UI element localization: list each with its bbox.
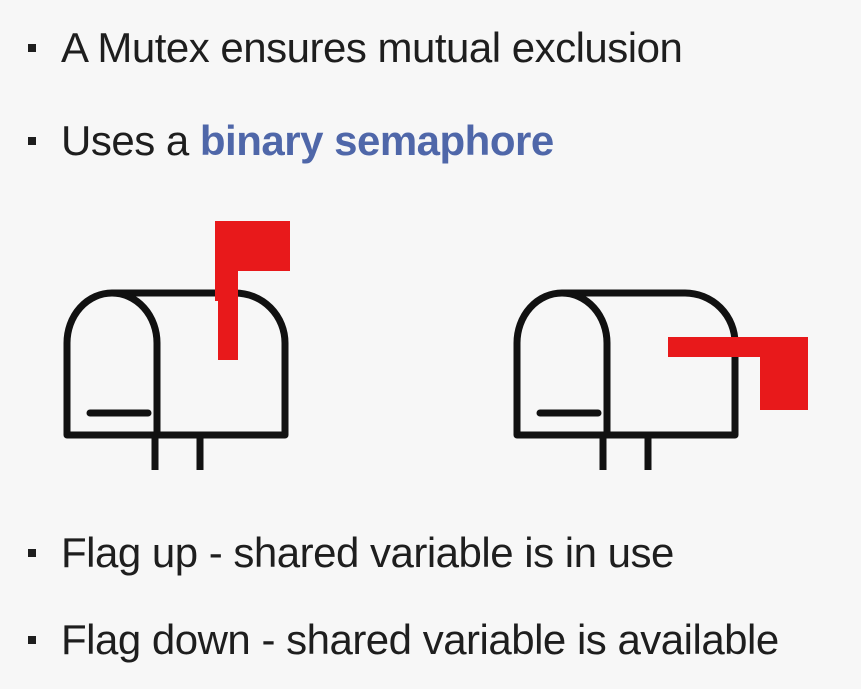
bullet-text: Uses a binary semaphore xyxy=(61,116,554,166)
bullet-marker xyxy=(28,137,36,145)
bullet-text-prefix: Uses a xyxy=(61,117,200,164)
bullet-marker xyxy=(28,636,36,644)
flag xyxy=(760,337,808,410)
bullet-item: Flag up - shared variable is in use xyxy=(28,528,674,578)
bullet-item: Flag down - shared variable is available xyxy=(28,615,779,665)
bullet-item: Uses a binary semaphore xyxy=(28,116,554,166)
bullet-marker xyxy=(28,44,36,52)
bullet-text: Flag down - shared variable is available xyxy=(61,616,779,663)
bullet-text: A Mutex ensures mutual exclusion xyxy=(61,24,683,71)
highlighted-term: binary semaphore xyxy=(199,117,554,164)
bullet-item: A Mutex ensures mutual exclusion xyxy=(28,23,683,73)
bullet-text: Flag up - shared variable is in use xyxy=(61,529,674,576)
bullet-marker xyxy=(28,549,36,557)
slide: A Mutex ensures mutual exclusion Uses a … xyxy=(0,0,861,689)
mailbox-flag-up-icon xyxy=(63,221,290,470)
mailbox-flag-down-icon xyxy=(513,289,808,470)
